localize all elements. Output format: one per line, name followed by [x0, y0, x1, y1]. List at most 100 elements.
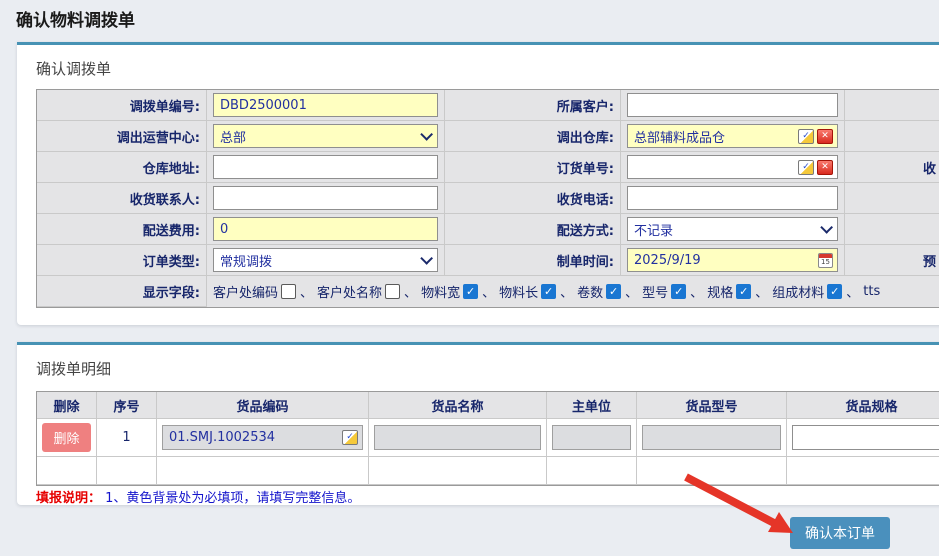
checkbox-item[interactable]: 客户处编码: [213, 282, 298, 301]
create-time-value: 2025/9/19: [634, 253, 815, 268]
display-fields-row: 客户处编码 、 客户处名称 、 物料宽 ✓ 、 物料长 ✓ 、 卷数 ✓: [213, 282, 880, 301]
order-no-field[interactable]: ✓ ✕: [627, 155, 838, 179]
col-header-name: 货品名称: [369, 392, 547, 419]
detail-section-title: 调拨单明细: [36, 358, 939, 379]
receiver-input[interactable]: [213, 186, 438, 210]
checkbox[interactable]: [281, 284, 296, 299]
order-no-label: 订货单号:: [445, 152, 621, 183]
delivery-method-value: 不记录: [634, 220, 820, 239]
checkbox-label: 组成材料: [772, 282, 824, 301]
create-time-label: 制单时间:: [445, 245, 621, 276]
out-warehouse-value: 总部辅料成品仓: [634, 127, 795, 146]
clipped-col3-label-eta: 预: [845, 245, 939, 276]
checkbox-item[interactable]: 规格 ✓: [707, 282, 753, 301]
delete-row-button[interactable]: 删除: [42, 423, 90, 452]
clipped-col3-row2: [845, 121, 939, 152]
checkbox-label: 型号: [642, 282, 668, 301]
clipped-col3-row5: [845, 214, 939, 245]
checkbox[interactable]: ✓: [827, 284, 842, 299]
checkbox[interactable]: [385, 284, 400, 299]
item-model-field: [642, 425, 781, 450]
col-header-model: 货品型号: [637, 392, 787, 419]
customer-input[interactable]: [627, 93, 838, 117]
item-spec-input[interactable]: [792, 425, 939, 450]
checkbox[interactable]: ✓: [541, 284, 556, 299]
checkbox-item[interactable]: 卷数 ✓: [577, 282, 623, 301]
col-header-seq: 序号: [97, 392, 157, 419]
clear-icon[interactable]: ✕: [817, 160, 833, 175]
warehouse-addr-input[interactable]: [213, 155, 438, 179]
out-center-label: 调出运营中心:: [37, 121, 207, 152]
separator: 、: [755, 282, 768, 301]
transfer-detail-panel: 调拨单明细 删除 序号 货品编码 货品名称 主单位 货品型号 货品规格 删除 1…: [17, 342, 939, 505]
table-row: 删除: [37, 419, 97, 457]
separator: 、: [404, 282, 417, 301]
checkbox[interactable]: ✓: [736, 284, 751, 299]
item-code-value: 01.SMJ.1002534: [169, 430, 339, 445]
item-unit-field: [552, 425, 631, 450]
delivery-fee-input[interactable]: [213, 217, 438, 241]
detail-table: 删除 序号 货品编码 货品名称 主单位 货品型号 货品规格 删除 1 01.SM…: [36, 391, 939, 486]
checkbox[interactable]: ✓: [606, 284, 621, 299]
col-header-unit: 主单位: [547, 392, 637, 419]
receiver-phone-label: 收货电话:: [445, 183, 621, 214]
order-type-select[interactable]: 常规调拨: [213, 248, 438, 272]
chevron-down-icon: [420, 128, 433, 141]
out-warehouse-field[interactable]: 总部辅料成品仓 ✓ ✕: [627, 124, 838, 148]
out-center-select[interactable]: 总部: [213, 124, 438, 148]
picker-icon[interactable]: ✓: [798, 160, 814, 175]
transfer-form-table: 调拨单编号: 所属客户: 调出运营中心: 总部 调出仓库: 总部辅料成品仓 ✓ …: [36, 89, 939, 308]
col-header-spec: 货品规格: [787, 392, 939, 419]
checkbox-label: 客户处编码: [213, 282, 278, 301]
checkbox-item[interactable]: 物料宽 ✓: [421, 282, 480, 301]
receiver-label: 收货联系人:: [37, 183, 207, 214]
checkbox-label: 物料长: [499, 282, 538, 301]
out-center-value: 总部: [220, 127, 420, 146]
form-section-title: 确认调拨单: [36, 58, 939, 79]
empty-cell: [37, 457, 97, 485]
checkbox-label-clipped: tts: [863, 284, 880, 299]
note-text: 1、黄色背景处为必填项，请填写完整信息。: [105, 491, 360, 506]
clipped-col3-label-addr: 收: [845, 152, 939, 183]
picker-icon[interactable]: ✓: [342, 430, 358, 445]
receiver-phone-input[interactable]: [627, 186, 838, 210]
page-title: 确认物料调拨单: [16, 6, 135, 31]
delivery-fee-label: 配送费用:: [37, 214, 207, 245]
fill-note: 填报说明： 1、黄色背景处为必填项，请填写完整信息。: [36, 487, 360, 506]
separator: 、: [560, 282, 573, 301]
separator: 、: [690, 282, 703, 301]
confirm-order-button[interactable]: 确认本订单: [790, 517, 890, 549]
checkbox-item[interactable]: 物料长 ✓: [499, 282, 558, 301]
clipped-col3-row1: [845, 90, 939, 121]
separator: 、: [482, 282, 495, 301]
customer-label: 所属客户:: [445, 90, 621, 121]
checkbox-label: 物料宽: [421, 282, 460, 301]
empty-cell: [547, 457, 637, 485]
create-time-field[interactable]: 2025/9/19 15: [627, 248, 838, 272]
col-header-delete: 删除: [37, 392, 97, 419]
note-label: 填报说明：: [36, 491, 101, 506]
checkbox-item[interactable]: 型号 ✓: [642, 282, 688, 301]
chevron-down-icon: [820, 221, 833, 234]
checkbox[interactable]: ✓: [463, 284, 478, 299]
delivery-method-select[interactable]: 不记录: [627, 217, 838, 241]
checkbox-item[interactable]: 客户处名称: [317, 282, 402, 301]
separator: 、: [300, 282, 313, 301]
checkbox[interactable]: ✓: [671, 284, 686, 299]
separator: 、: [846, 282, 859, 301]
warehouse-addr-label: 仓库地址:: [37, 152, 207, 183]
row-seq: 1: [97, 419, 157, 457]
chevron-down-icon: [420, 252, 433, 265]
order-type-value: 常规调拨: [220, 251, 420, 270]
clear-icon[interactable]: ✕: [817, 129, 833, 144]
display-fields-label: 显示字段:: [37, 276, 207, 307]
checkbox-item[interactable]: 组成材料 ✓: [772, 282, 844, 301]
empty-cell: [787, 457, 939, 485]
transfer-no-input[interactable]: [213, 93, 438, 117]
empty-cell: [637, 457, 787, 485]
checkbox-label: 卷数: [577, 282, 603, 301]
separator: 、: [625, 282, 638, 301]
picker-icon[interactable]: ✓: [798, 129, 814, 144]
item-code-field[interactable]: 01.SMJ.1002534 ✓: [162, 425, 363, 450]
calendar-icon[interactable]: 15: [818, 253, 833, 268]
